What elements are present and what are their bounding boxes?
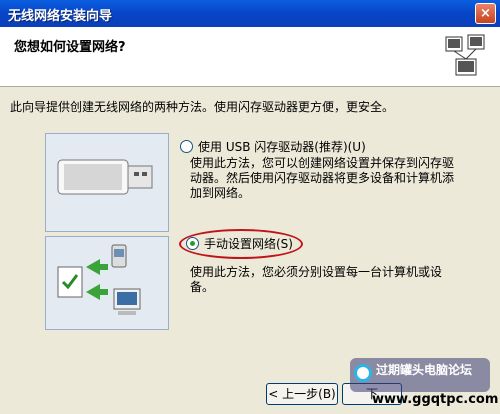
forum-logo-icon <box>354 364 372 382</box>
close-button[interactable]: × <box>475 3 496 24</box>
watermark-text: 过期罐头电脑论坛 <box>376 363 473 377</box>
usb-drive-icon <box>57 159 153 195</box>
option-manual[interactable]: 手动设置网络(S) <box>186 235 293 252</box>
header-title: 您想如何设置网络? <box>14 40 126 55</box>
manual-desc-line2: 备。 <box>190 280 215 294</box>
manual-description: 使用此方法，您必须分别设置每一台计算机或设 备。 <box>190 265 442 295</box>
usb-option-label: 使用 USB 闪存驱动器(推荐)(U) <box>198 140 366 154</box>
manual-option-label: 手动设置网络(S) <box>204 237 293 251</box>
usb-desc-line3: 加到网络。 <box>190 186 251 200</box>
usb-desc-line1: 使用此方法，您可以创建网络设置并保存到闪存驱 <box>190 156 455 170</box>
usb-description: 使用此方法，您可以创建网络设置并保存到闪存驱 动器。然后使用闪存驱动器将更多设备… <box>190 156 454 201</box>
title-bar: 无线网络安装向导 × <box>0 0 500 27</box>
watermark-url: www.ggqtpc.com <box>372 392 499 407</box>
window-title: 无线网络安装向导 <box>8 9 113 24</box>
network-computers-icon <box>445 34 485 76</box>
manual-desc-line1: 使用此方法，您必须分别设置每一台计算机或设 <box>190 265 443 279</box>
manual-network-icon <box>57 244 141 315</box>
manual-setup-illustration <box>45 236 169 330</box>
usb-radio[interactable] <box>180 140 193 153</box>
wizard-header: 您想如何设置网络? <box>0 27 500 87</box>
intro-text: 此向导提供创建无线网络的两种方法。使用闪存驱动器更方便，更安全。 <box>10 100 395 114</box>
usb-drive-illustration <box>45 133 169 232</box>
option-usb[interactable]: 使用 USB 闪存驱动器(推荐)(U) <box>180 138 366 155</box>
back-button[interactable]: < 上一步(B) <box>266 383 338 405</box>
watermark-badge: 过期罐头电脑论坛 <box>350 358 490 392</box>
usb-desc-line2: 动器。然后使用闪存驱动器将更多设备和计算机添 <box>190 171 455 185</box>
manual-radio[interactable] <box>186 237 199 250</box>
